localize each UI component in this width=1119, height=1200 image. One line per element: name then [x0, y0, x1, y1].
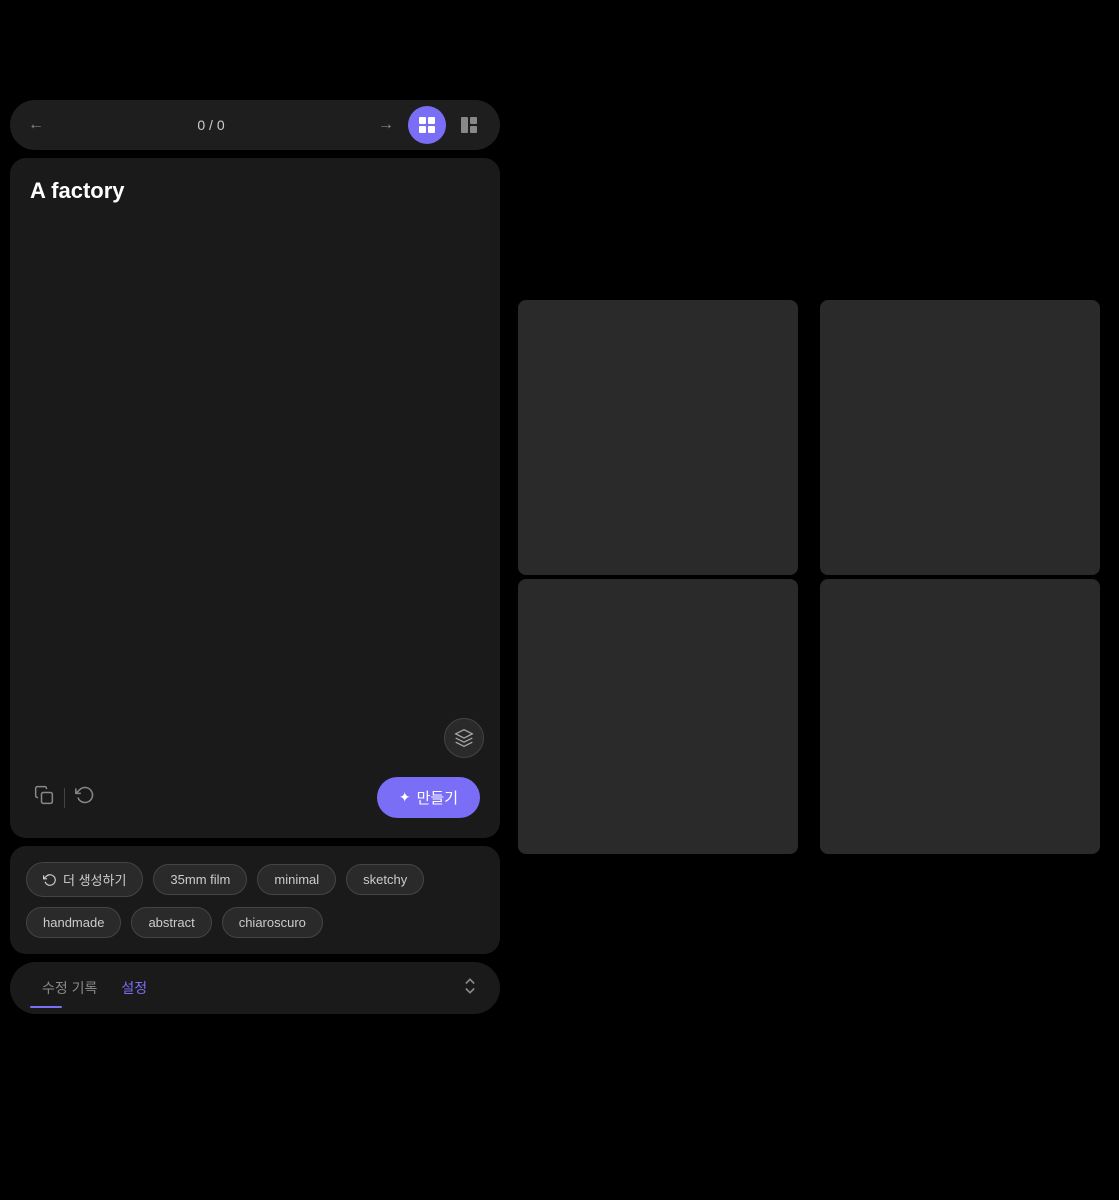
chip-chiaroscuro-label: chiaroscuro: [239, 915, 306, 930]
chip-regenerate-label: 더 생성하기: [63, 870, 126, 889]
prompt-content-area: [30, 220, 480, 765]
chip-minimal-label: minimal: [274, 872, 319, 887]
next-button[interactable]: →: [372, 112, 400, 138]
grid-cell-3[interactable]: [518, 579, 798, 854]
create-button[interactable]: ✦ 만들기: [377, 777, 480, 818]
prev-button[interactable]: ←: [22, 112, 50, 138]
chip-35mm-label: 35mm film: [170, 872, 230, 887]
split-view-button[interactable]: [450, 106, 488, 144]
chevron-up-down-icon: [460, 976, 480, 996]
tab-expand-button[interactable]: [460, 976, 480, 1001]
refresh-icon: [75, 785, 95, 805]
tab-history-label: 수정 기록: [42, 980, 97, 996]
view-toggle: [408, 106, 488, 144]
chip-abstract-label: abstract: [148, 915, 194, 930]
cube-icon: [454, 728, 474, 748]
copy-button[interactable]: [30, 781, 58, 814]
left-panel: ← 0 / 0 → A factory: [10, 100, 500, 1014]
chip-sketchy[interactable]: sketchy: [346, 864, 424, 895]
nav-bar: ← 0 / 0 →: [10, 100, 500, 150]
nav-counter: 0 / 0: [58, 117, 364, 133]
image-grid: [518, 300, 1118, 854]
sparkle-icon: ✦: [399, 789, 411, 806]
tab-history[interactable]: 수정 기록: [30, 978, 109, 998]
bottom-tabs: 수정 기록 설정: [10, 962, 500, 1014]
tab-active-indicator: [30, 1006, 62, 1008]
chip-minimal[interactable]: minimal: [257, 864, 336, 895]
grid-view-button[interactable]: [408, 106, 446, 144]
ar-button[interactable]: [444, 718, 484, 758]
tab-settings[interactable]: 설정: [109, 978, 159, 998]
chip-sketchy-label: sketchy: [363, 872, 407, 887]
prompt-title: A factory: [30, 178, 480, 204]
prompt-bottom-bar: ✦ 만들기: [30, 777, 480, 818]
chip-abstract[interactable]: abstract: [131, 907, 211, 938]
chip-handmade[interactable]: handmade: [26, 907, 121, 938]
grid-icon: [418, 116, 436, 134]
regenerate-icon: [43, 873, 57, 887]
chip-handmade-label: handmade: [43, 915, 104, 930]
split-icon: [460, 116, 478, 134]
chip-regenerate[interactable]: 더 생성하기: [26, 862, 143, 897]
refresh-button[interactable]: [71, 781, 99, 814]
chip-chiaroscuro[interactable]: chiaroscuro: [222, 907, 323, 938]
icon-group: [30, 781, 99, 814]
grid-cell-4[interactable]: [820, 579, 1100, 854]
chips-container: 더 생성하기 35mm film minimal sketchy handmad…: [10, 846, 500, 954]
tab-settings-label: 설정: [121, 980, 147, 996]
prompt-card: A factory: [10, 158, 500, 838]
copy-icon: [34, 785, 54, 805]
grid-cell-1[interactable]: [518, 300, 798, 575]
grid-cell-2[interactable]: [820, 300, 1100, 575]
divider: [64, 788, 65, 808]
create-label: 만들기: [417, 787, 458, 808]
chip-35mm[interactable]: 35mm film: [153, 864, 247, 895]
